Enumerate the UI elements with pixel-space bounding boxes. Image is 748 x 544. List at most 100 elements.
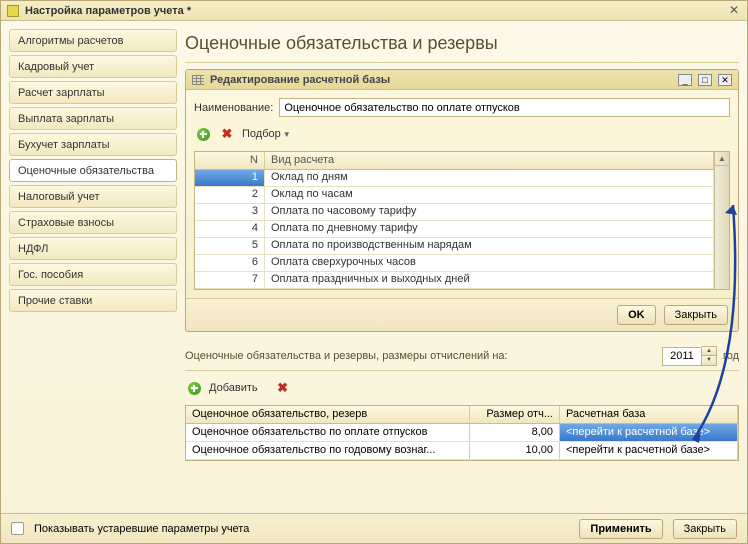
pick-label: Подбор [242,128,281,140]
sidebar-item-obligations[interactable]: Оценочные обязательства [9,159,177,182]
apply-button[interactable]: Применить [579,519,662,539]
obligations-table: Оценочное обязательство, резерв Размер о… [185,405,739,461]
ok-button[interactable]: OK [617,305,656,325]
cell-size: 10,00 [470,442,560,459]
year-input[interactable] [662,347,702,366]
chevron-down-icon: ▼ [283,130,291,139]
add-row-button[interactable] [194,125,212,143]
sidebar-item-label: Прочие ставки [18,295,92,307]
cell-name: Оценочное обязательство по годовому возн… [186,442,470,459]
name-input[interactable] [279,98,730,117]
cell-name: Оценочное обязательство по оплате отпуск… [186,424,470,441]
cell-type: Оплата по производственным нарядам [265,238,714,254]
section-label: Оценочные обязательства и резервы, разме… [185,350,508,362]
dialog-title: Редактирование расчетной базы [210,74,672,86]
add-button-icon[interactable] [185,379,203,397]
table-row[interactable]: 2Оклад по часам [195,187,714,204]
close-icon[interactable]: ✕ [727,4,741,18]
plus-icon [188,382,201,395]
table-row[interactable]: 6Оплата сверхурочных часов [195,255,714,272]
sidebar-item-tax[interactable]: Налоговый учет [9,185,177,208]
table-row[interactable]: 7Оплата праздничных и выходных дней [195,272,714,289]
cell-n: 7 [195,272,265,288]
table-row[interactable]: Оценочное обязательство по годовому возн… [186,442,738,460]
cell-n: 2 [195,187,265,203]
sidebar-item-accounting[interactable]: Бухучет зарплаты [9,133,177,156]
table-icon [192,75,204,85]
year-up-button[interactable]: ▲ [702,347,716,356]
close-button[interactable]: Закрыть [673,519,737,539]
sidebar-item-insurance[interactable]: Страховые взносы [9,211,177,234]
sidebar-item-label: Выплата зарплаты [18,113,114,125]
cell-type: Оклад по часам [265,187,714,203]
sidebar-item-other-rates[interactable]: Прочие ставки [9,289,177,312]
cell-type: Оплата по дневному тарифу [265,221,714,237]
table-row[interactable]: Оценочное обязательство по оплате отпуск… [186,424,738,442]
table-row[interactable]: 4Оплата по дневному тарифу [195,221,714,238]
sidebar-item-label: НДФЛ [18,243,48,255]
main-panel: Оценочные обязательства и резервы Редакт… [185,29,739,505]
sidebar-item-label: Налоговый учет [18,191,100,203]
dialog-titlebar: Редактирование расчетной базы _ □ ✕ [186,70,738,90]
page-title: Оценочные обязательства и резервы [185,29,739,63]
pick-button[interactable]: Подбор▼ [242,128,291,140]
col-header-n[interactable]: N [195,152,265,169]
delete-row-button[interactable]: ✖ [218,125,236,143]
sidebar: Алгоритмы расчетов Кадровый учет Расчет … [9,29,177,505]
sidebar-item-label: Кадровый учет [18,61,94,73]
cell-size: 8,00 [470,424,560,441]
add-button[interactable]: Добавить [209,382,258,394]
app-icon [7,5,19,17]
sidebar-item-ndfl[interactable]: НДФЛ [9,237,177,260]
maximize-icon[interactable]: □ [698,74,712,86]
cell-type: Оклад по дням [265,170,714,186]
close-button[interactable]: Закрыть [664,305,728,325]
cell-type: Оплата по часовому тарифу [265,204,714,220]
delete-icon: ✖ [222,126,233,142]
sidebar-item-label: Бухучет зарплаты [18,139,110,151]
table-row[interactable]: 5Оплата по производственным нарядам [195,238,714,255]
sidebar-item-label: Алгоритмы расчетов [18,35,123,47]
col-header-size[interactable]: Размер отч... [470,406,560,423]
scroll-up-icon[interactable]: ▲ [715,152,729,166]
footer-bar: Показывать устаревшие параметры учета Пр… [1,513,747,543]
table-row[interactable]: 3Оплата по часовому тарифу [195,204,714,221]
calc-base-dialog: Редактирование расчетной базы _ □ ✕ Наим… [185,69,739,332]
cell-n: 3 [195,204,265,220]
cell-n: 6 [195,255,265,271]
cell-base-link[interactable]: <перейти к расчетной базе> [560,424,738,441]
sidebar-item-benefits[interactable]: Гос. пособия [9,263,177,286]
cell-type: Оплата праздничных и выходных дней [265,272,714,288]
name-label: Наименование: [194,102,273,114]
plus-icon [197,128,210,141]
sidebar-item-hr[interactable]: Кадровый учет [9,55,177,78]
year-down-button[interactable]: ▼ [702,356,716,365]
col-header-name[interactable]: Оценочное обязательство, резерв [186,406,470,423]
cell-n: 1 [195,170,265,186]
scrollbar[interactable]: ▲ [714,152,729,289]
minimize-icon[interactable]: _ [678,74,692,86]
cell-n: 4 [195,221,265,237]
window-title: Настройка параметров учета * [25,5,721,17]
sidebar-item-label: Расчет зарплаты [18,87,105,99]
titlebar: Настройка параметров учета * ✕ [1,1,747,21]
close-icon[interactable]: ✕ [718,74,732,86]
delete-icon: ✖ [277,380,288,396]
col-header-type[interactable]: Вид расчета [265,152,714,169]
show-obsolete-checkbox[interactable] [11,522,24,535]
sidebar-item-label: Оценочные обязательства [18,165,154,177]
sidebar-item-algorithms[interactable]: Алгоритмы расчетов [9,29,177,52]
col-header-base[interactable]: Расчетная база [560,406,738,423]
sidebar-item-label: Страховые взносы [18,217,114,229]
delete-button[interactable]: ✖ [274,379,292,397]
sidebar-item-salary-pay[interactable]: Выплата зарплаты [9,107,177,130]
table-row[interactable]: 1Оклад по дням [195,170,714,187]
year-suffix: год [723,350,739,362]
cell-n: 5 [195,238,265,254]
show-obsolete-label: Показывать устаревшие параметры учета [34,523,249,535]
cell-type: Оплата сверхурочных часов [265,255,714,271]
sidebar-item-label: Гос. пособия [18,269,83,281]
sidebar-item-salary-calc[interactable]: Расчет зарплаты [9,81,177,104]
calc-types-grid: N Вид расчета 1Оклад по дням 2Оклад по ч… [194,151,730,290]
cell-base-link[interactable]: <перейти к расчетной базе> [560,442,738,459]
